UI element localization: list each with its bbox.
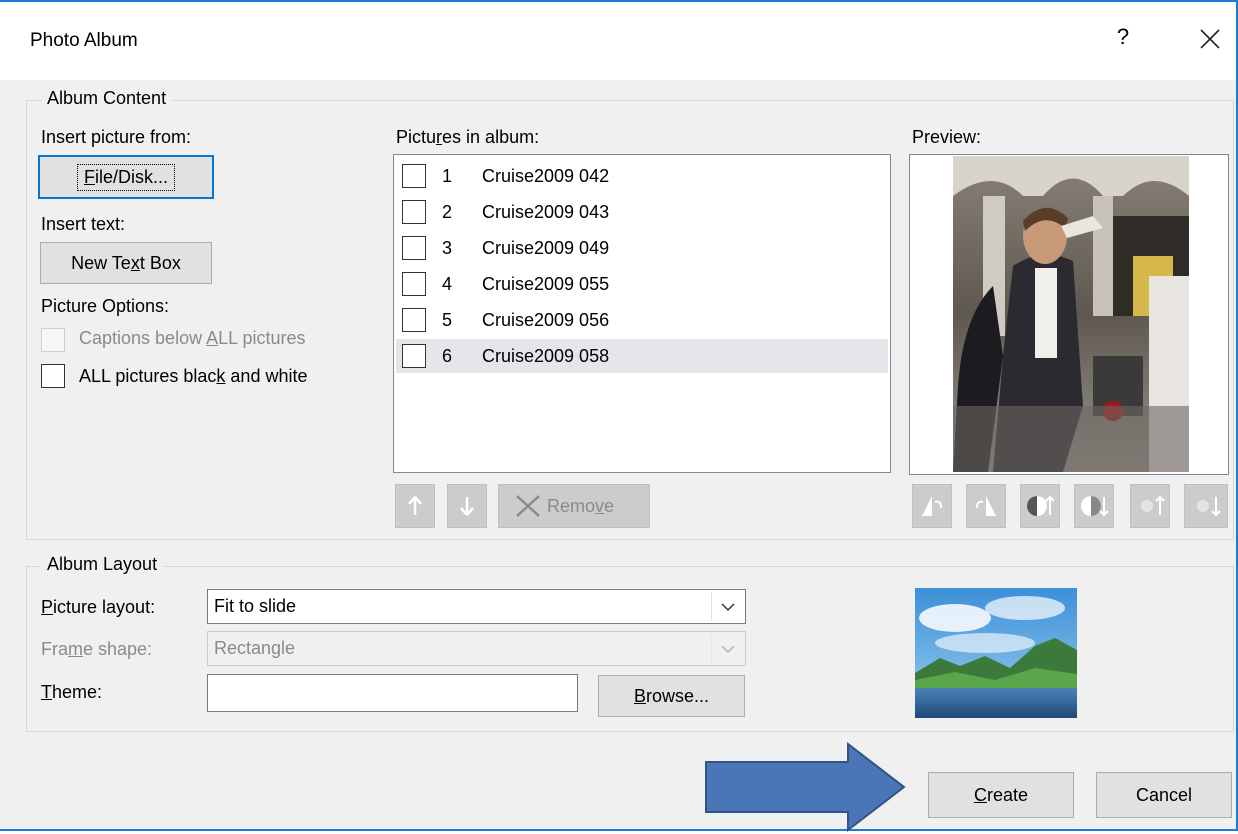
preview-box	[909, 154, 1229, 475]
dialog-title: Photo Album	[30, 30, 138, 51]
create-button[interactable]: Create	[928, 772, 1074, 818]
rotate-left-button[interactable]	[912, 484, 952, 528]
chevron-down-icon[interactable]	[711, 634, 743, 663]
captions-label: Captions below ALL pictures	[79, 328, 306, 348]
arrow-down-icon	[460, 497, 474, 516]
callout-arrow	[705, 741, 906, 833]
move-down-button[interactable]	[447, 484, 487, 528]
picture-checkbox[interactable]	[402, 164, 426, 188]
picture-checkbox[interactable]	[402, 236, 426, 260]
album-layout-legend: Album Layout	[41, 554, 164, 575]
chevron-down-icon[interactable]	[711, 592, 743, 621]
picture-checkbox[interactable]	[402, 272, 426, 296]
captions-checkbox[interactable]	[41, 328, 65, 352]
list-item[interactable]: 5 Cruise2009 056	[396, 303, 888, 337]
brightness-up-icon	[1141, 495, 1165, 515]
list-item-selected[interactable]: 6 Cruise2009 058	[396, 339, 888, 373]
delete-x-icon	[516, 495, 540, 517]
rotate-left-icon	[922, 496, 942, 516]
contrast-down-icon	[1081, 496, 1109, 517]
list-item[interactable]: 3 Cruise2009 049	[396, 231, 888, 265]
pictures-list[interactable]: 1 Cruise2009 042 2 Cruise2009 043 3 Crui…	[393, 154, 891, 473]
pictures-in-album-label: Pictures in album:	[396, 127, 540, 147]
arrow-up-icon	[408, 496, 422, 515]
black-white-checkbox[interactable]	[41, 364, 65, 388]
picture-options-label: Picture Options:	[41, 296, 170, 316]
black-white-label: ALL pictures black and white	[79, 366, 308, 386]
browse-button[interactable]: Browse...	[598, 675, 745, 717]
frame-shape-select[interactable]: Rectangle	[207, 631, 746, 666]
brightness-down-icon	[1197, 497, 1221, 517]
picture-layout-label: Picture layout:	[41, 597, 156, 617]
remove-button[interactable]: Remove	[498, 484, 650, 528]
file-disk-button[interactable]: File/Disk...	[38, 155, 214, 199]
theme-input[interactable]	[207, 674, 578, 712]
decrease-brightness-button[interactable]	[1184, 484, 1228, 528]
preview-photo	[953, 156, 1189, 472]
list-item[interactable]: 1 Cruise2009 042	[396, 159, 888, 193]
contrast-up-icon	[1027, 495, 1055, 516]
album-content-legend: Album Content	[41, 88, 173, 109]
preview-label: Preview:	[912, 127, 982, 147]
list-item[interactable]: 2 Cruise2009 043	[396, 195, 888, 229]
title-bar: Photo Album ?	[0, 2, 1236, 80]
help-button[interactable]: ?	[1111, 24, 1135, 54]
frame-shape-label: Frame shape:	[41, 639, 153, 659]
insert-text-label: Insert text:	[41, 214, 126, 234]
layout-preview-image	[915, 588, 1077, 718]
increase-contrast-button[interactable]	[1020, 484, 1060, 528]
picture-checkbox[interactable]	[402, 200, 426, 224]
increase-brightness-button[interactable]	[1130, 484, 1170, 528]
picture-checkbox[interactable]	[402, 308, 426, 332]
cancel-button[interactable]: Cancel	[1096, 772, 1232, 818]
new-text-box-button[interactable]: New Text Box	[40, 242, 212, 284]
close-button[interactable]	[1190, 16, 1230, 60]
move-up-button[interactable]	[395, 484, 435, 528]
list-item[interactable]: 4 Cruise2009 055	[396, 267, 888, 301]
rotate-right-icon	[976, 496, 996, 516]
insert-picture-from-label: Insert picture from:	[41, 127, 192, 147]
decrease-contrast-button[interactable]	[1074, 484, 1114, 528]
picture-layout-select[interactable]: Fit to slide	[207, 589, 746, 624]
theme-label: Theme:	[41, 682, 103, 702]
rotate-right-button[interactable]	[966, 484, 1006, 528]
photo-album-dialog: Photo Album ? Album Content Insert pictu…	[0, 0, 1238, 833]
close-icon	[1200, 29, 1220, 49]
picture-checkbox[interactable]	[402, 344, 426, 368]
